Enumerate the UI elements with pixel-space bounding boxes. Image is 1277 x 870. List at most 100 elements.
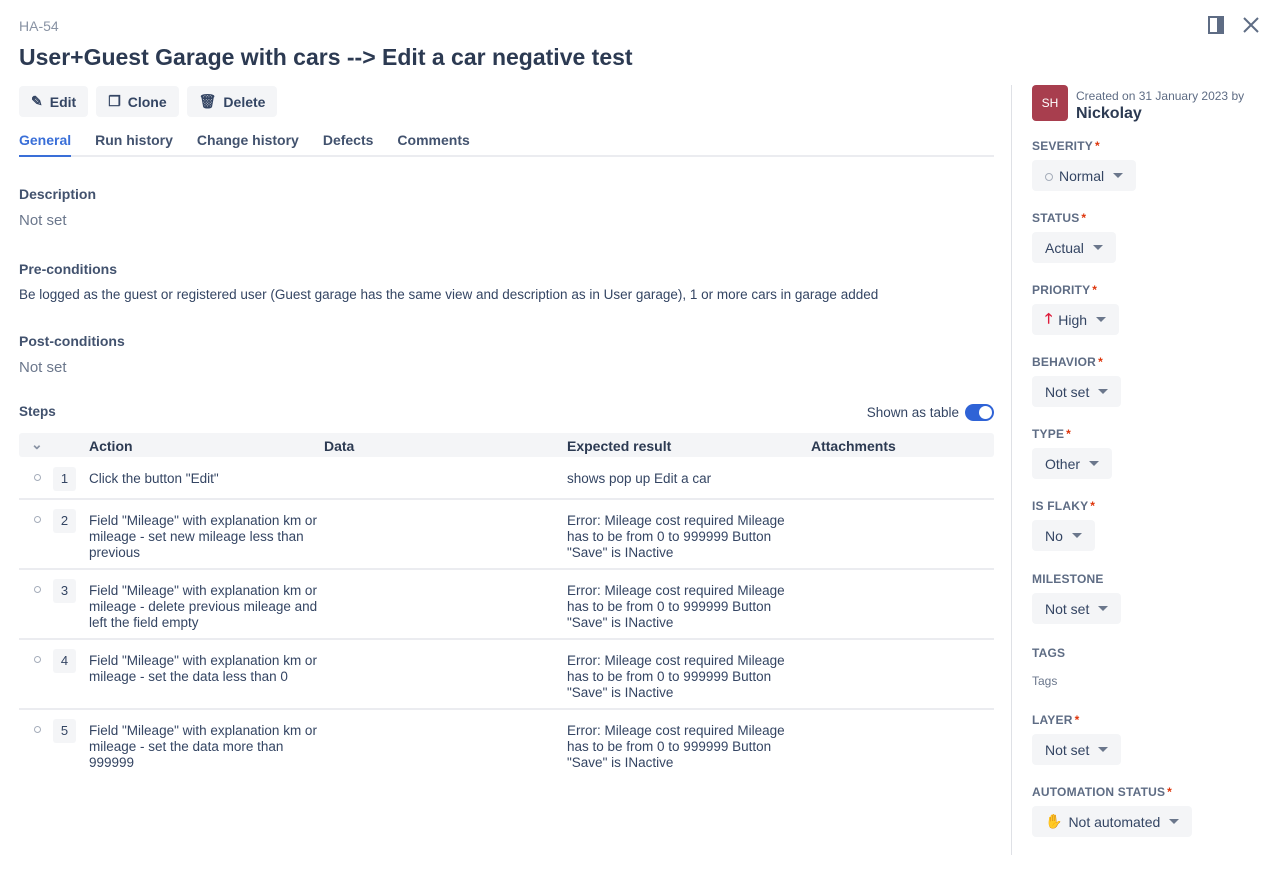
step-number: 2: [53, 509, 76, 533]
col-data: Data: [324, 438, 355, 454]
required-icon: *: [1066, 427, 1072, 441]
col-attachments: Attachments: [811, 438, 896, 454]
step-drag-icon[interactable]: [34, 656, 41, 663]
shown-as-table-toggle[interactable]: Shown as table: [867, 404, 994, 421]
trash-icon: 🗑: [198, 93, 217, 109]
postconditions-label: Post-conditions: [19, 333, 125, 349]
status-select[interactable]: Actual: [1032, 232, 1116, 263]
step-row[interactable]: 3 Field "Mileage" with explanation km or…: [19, 570, 994, 640]
behavior-select[interactable]: Not set: [1032, 376, 1122, 407]
edit-button[interactable]: ✎ Edit: [19, 86, 89, 117]
step-number: 1: [53, 467, 76, 491]
required-icon: *: [1098, 355, 1103, 369]
tab-change-history[interactable]: Change history: [197, 132, 299, 157]
step-expected[interactable]: Error: Mileage cost required Mileage has…: [567, 583, 802, 631]
priority-label: PRIORITY: [1032, 283, 1091, 297]
field-is-flaky: IS FLAKY * No: [1032, 499, 1095, 551]
field-priority: PRIORITY * 🡑 High: [1032, 283, 1120, 335]
arrow-up-icon: 🡑: [1045, 309, 1053, 326]
clone-label: Clone: [127, 93, 167, 110]
is-flaky-value: No: [1045, 527, 1063, 544]
clone-button[interactable]: ❐ Clone: [96, 86, 179, 117]
hand-icon: ✋: [1045, 813, 1063, 829]
created-text: Created on 31 January 2023 by: [1076, 89, 1245, 103]
sidebar: SH Created on 31 January 2023 by Nickola…: [1032, 85, 1262, 837]
collapse-all-icon[interactable]: ⌄: [31, 436, 43, 453]
step-row[interactable]: 2 Field "Mileage" with explanation km or…: [19, 500, 994, 570]
step-expected[interactable]: shows pop up Edit a car: [567, 471, 802, 487]
step-drag-icon[interactable]: [34, 586, 41, 593]
col-expected: Expected result: [567, 438, 672, 454]
tags-input[interactable]: Tags: [1032, 674, 1065, 688]
milestone-value: Not set: [1045, 600, 1090, 617]
status-label: STATUS: [1032, 211, 1080, 225]
step-row[interactable]: 1 Click the button "Edit" shows pop up E…: [19, 458, 994, 500]
chevron-down-icon: [1098, 606, 1109, 611]
tab-run-history[interactable]: Run history: [95, 132, 173, 157]
close-icon[interactable]: [1241, 16, 1261, 36]
tab-comments[interactable]: Comments: [397, 132, 469, 157]
automation-status-select[interactable]: ✋ Not automated: [1032, 806, 1193, 837]
toggle-label: Shown as table: [866, 405, 959, 420]
delete-label: Delete: [223, 93, 266, 110]
step-action[interactable]: Click the button "Edit": [89, 471, 319, 487]
steps-table-header: ⌄ Action Data Expected result Attachment…: [19, 433, 994, 457]
step-row[interactable]: 5 Field "Mileage" with explanation km or…: [19, 710, 994, 780]
chevron-down-icon: [1096, 317, 1107, 322]
required-icon: *: [1090, 499, 1096, 513]
field-automation-status: AUTOMATION STATUS * ✋ Not automated: [1032, 785, 1193, 837]
chevron-down-icon: [1113, 173, 1124, 178]
priority-value: High: [1058, 311, 1088, 328]
is-flaky-select[interactable]: No: [1032, 520, 1095, 551]
severity-select[interactable]: Normal: [1032, 160, 1137, 191]
chevron-down-icon: [1089, 461, 1100, 466]
layer-label: LAYER: [1032, 713, 1073, 727]
page-title: User+Guest Garage with cars --> Edit a c…: [19, 44, 633, 70]
author-name[interactable]: Nickolay: [1076, 105, 1244, 123]
field-status: STATUS * Actual: [1032, 211, 1116, 263]
automation-status-label: AUTOMATION STATUS: [1032, 785, 1166, 799]
description-value[interactable]: Not set: [19, 212, 67, 229]
milestone-label: MILESTONE: [1032, 572, 1104, 586]
priority-select[interactable]: 🡑 High: [1032, 304, 1120, 335]
step-drag-icon[interactable]: [34, 726, 41, 733]
step-expected[interactable]: Error: Mileage cost required Mileage has…: [567, 653, 802, 701]
type-select[interactable]: Other: [1032, 448, 1113, 479]
avatar: SH: [1032, 85, 1068, 121]
milestone-select[interactable]: Not set: [1032, 593, 1122, 624]
layer-select[interactable]: Not set: [1032, 734, 1122, 765]
behavior-label: BEHAVIOR: [1032, 355, 1097, 369]
panel-divider: [1011, 85, 1012, 855]
side-panel-icon[interactable]: [1206, 16, 1226, 36]
field-tags: TAGS Tags: [1032, 646, 1065, 688]
delete-button[interactable]: 🗑 Delete: [186, 86, 278, 117]
status-value: Actual: [1045, 239, 1084, 256]
pencil-icon: ✎: [31, 93, 43, 109]
preconditions-value[interactable]: Be logged as the guest or registered use…: [19, 287, 878, 302]
step-row[interactable]: 4 Field "Mileage" with explanation km or…: [19, 640, 994, 710]
field-milestone: MILESTONE Not set: [1032, 572, 1122, 624]
step-expected[interactable]: Error: Mileage cost required Mileage has…: [567, 723, 802, 771]
step-action[interactable]: Field "Mileage" with explanation km or m…: [89, 723, 319, 771]
chevron-down-icon: [1098, 747, 1109, 752]
step-action[interactable]: Field "Mileage" with explanation km or m…: [89, 513, 319, 561]
step-number: 4: [53, 649, 76, 673]
step-drag-icon[interactable]: [34, 474, 41, 481]
step-expected[interactable]: Error: Mileage cost required Mileage has…: [567, 513, 802, 561]
field-type: TYPE * Other: [1032, 427, 1113, 479]
step-action[interactable]: Field "Mileage" with explanation km or m…: [89, 653, 319, 685]
postconditions-value[interactable]: Not set: [19, 359, 67, 376]
step-drag-icon[interactable]: [34, 516, 41, 523]
field-behavior: BEHAVIOR * Not set: [1032, 355, 1122, 407]
step-number: 5: [53, 719, 76, 743]
step-action[interactable]: Field "Mileage" with explanation km or m…: [89, 583, 319, 631]
required-icon: *: [1081, 211, 1087, 225]
circle-icon: [1045, 168, 1053, 184]
field-layer: LAYER * Not set: [1032, 713, 1122, 765]
tab-general[interactable]: General: [19, 132, 72, 157]
toggle-switch[interactable]: [965, 404, 994, 421]
step-number: 3: [53, 579, 76, 603]
tags-label: TAGS: [1032, 646, 1066, 660]
type-value: Other: [1045, 455, 1081, 472]
tab-defects[interactable]: Defects: [323, 132, 374, 157]
